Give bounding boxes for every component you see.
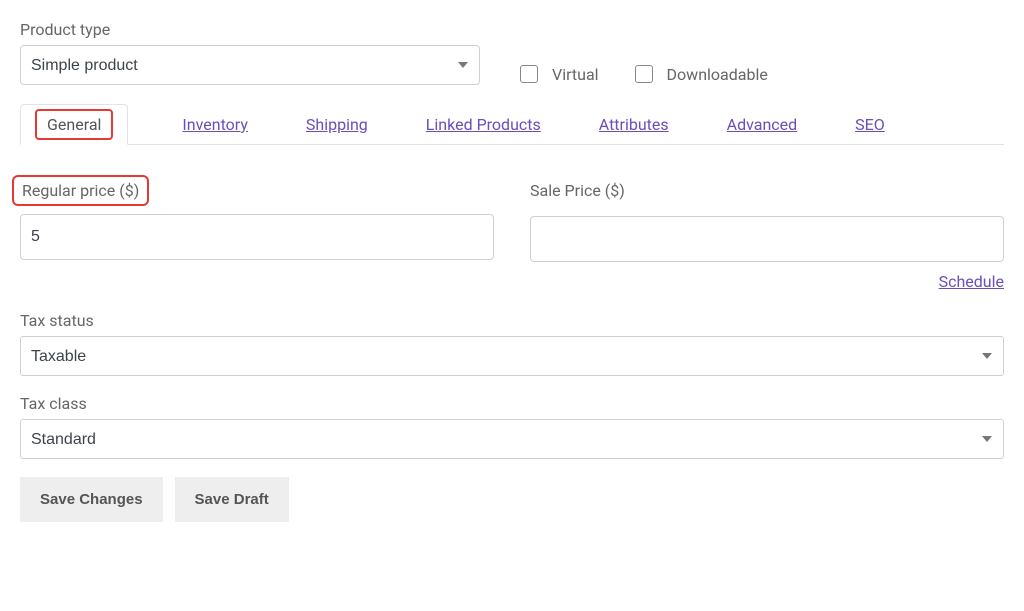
product-type-label: Product type (20, 20, 1004, 39)
tax-status-select[interactable]: Taxable (20, 336, 1004, 376)
product-type-row: Simple product Virtual Downloadable (20, 45, 1004, 85)
tab-linked-products[interactable]: Linked Products (422, 103, 545, 144)
tax-status-select-wrap: Taxable (20, 336, 1004, 376)
save-changes-button[interactable]: Save Changes (20, 477, 163, 522)
tax-class-select[interactable]: Standard (20, 419, 1004, 459)
button-row: Save Changes Save Draft (20, 477, 1004, 522)
downloadable-checkbox-item: Downloadable (635, 65, 768, 84)
tab-attributes[interactable]: Attributes (595, 103, 673, 144)
save-draft-button[interactable]: Save Draft (175, 477, 289, 522)
virtual-checkbox[interactable] (520, 65, 538, 83)
downloadable-label: Downloadable (667, 65, 768, 84)
virtual-checkbox-item: Virtual (520, 65, 599, 84)
product-tabs: General Inventory Shipping Linked Produc… (20, 103, 1004, 145)
sale-price-col: Sale Price ($) (530, 175, 1004, 262)
product-type-select-wrap: Simple product (20, 45, 480, 85)
regular-price-label-highlight: Regular price ($) (12, 175, 149, 206)
tab-shipping[interactable]: Shipping (302, 103, 372, 144)
schedule-link[interactable]: Schedule (939, 272, 1004, 291)
tab-general-label: General (35, 109, 113, 140)
tab-advanced[interactable]: Advanced (723, 103, 802, 144)
regular-price-label: Regular price ($) (22, 181, 139, 200)
sale-price-input[interactable] (530, 216, 1004, 262)
sale-price-label: Sale Price ($) (530, 181, 1004, 200)
downloadable-checkbox[interactable] (635, 65, 653, 83)
regular-price-input[interactable] (20, 214, 494, 260)
product-type-select[interactable]: Simple product (20, 45, 480, 85)
tax-class-select-wrap: Standard (20, 419, 1004, 459)
tab-inventory[interactable]: Inventory (178, 103, 252, 144)
tab-seo[interactable]: SEO (851, 103, 889, 144)
virtual-label: Virtual (552, 65, 599, 84)
tab-general[interactable]: General (20, 104, 128, 145)
tax-status-label: Tax status (20, 311, 1004, 330)
product-type-checkboxes: Virtual Downloadable (520, 65, 768, 84)
regular-price-col: Regular price ($) (20, 175, 494, 262)
price-row: Regular price ($) Sale Price ($) (20, 175, 1004, 262)
product-data-panel: Product type Simple product Virtual Down… (20, 20, 1004, 522)
tax-class-label: Tax class (20, 394, 1004, 413)
general-panel: Regular price ($) Sale Price ($) Schedul… (20, 175, 1004, 522)
schedule-row: Schedule (20, 272, 1004, 291)
